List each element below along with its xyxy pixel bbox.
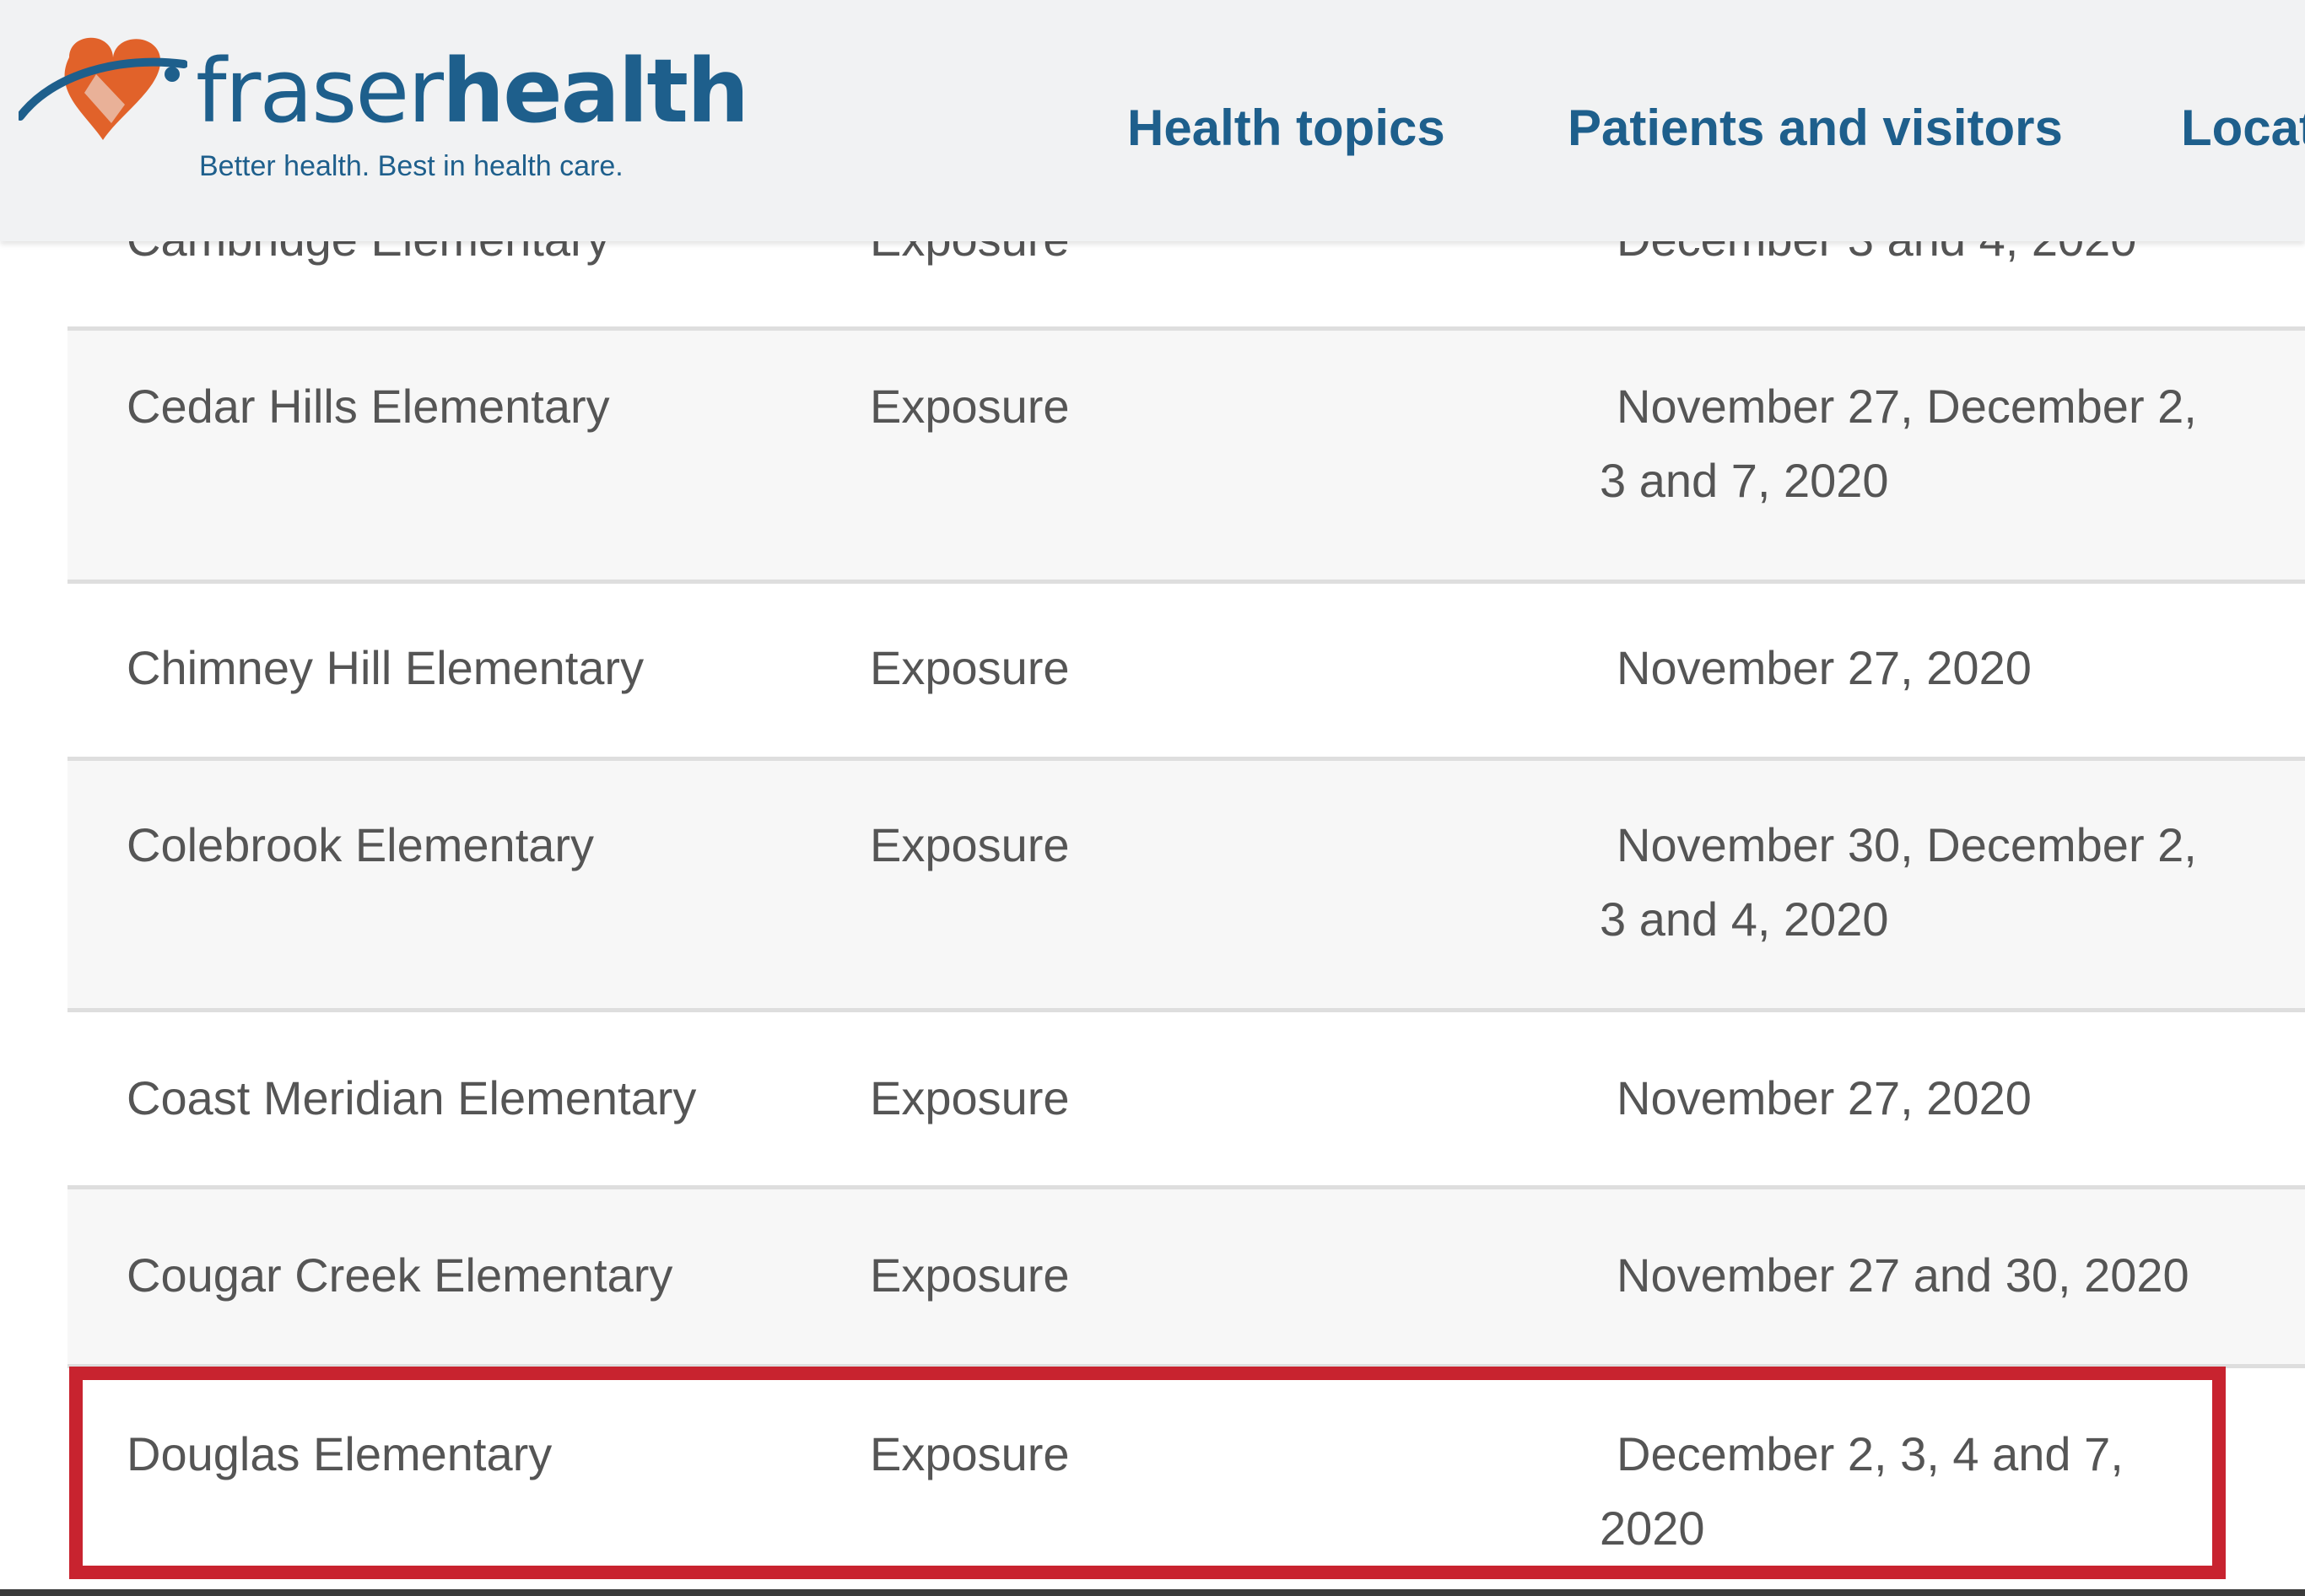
exposure-dates-line: November 27, 2020 [1617,641,2032,694]
exposure-dates-line: 3 and 4, 2020 [1600,892,1889,946]
exposure-dates: November 27, December 2, 3 and 7, 2020 [1600,369,2292,518]
school-name: Cedar Hills Elementary [127,380,610,433]
exposure-dates: November 27, 2020 [1600,631,2292,705]
site-header: fraserhealth Better health. Best in heal… [0,0,2305,241]
exposure-dates: November 27 and 30, 2020 [1600,1238,2292,1313]
exposure-dates-line: November 27 and 30, 2020 [1617,1248,2189,1302]
exposure-dates: November 30, December 2, 3 and 4, 2020 [1600,808,2292,957]
exposure-dates: November 27, 2020 [1600,1061,2292,1135]
nav-locations[interactable]: Locat [2181,94,2305,162]
school-name: Coast Meridian Elementary [127,1071,697,1124]
exposure-dates-line: November 27, 2020 [1617,1071,2032,1124]
exposure-type: Exposure [870,818,1070,871]
table-row: Cougar Creek Elementary Exposure Novembe… [67,1189,2305,1368]
exposure-type: Exposure [870,1248,1070,1302]
brand-tagline: Better health. Best in health care. [199,150,623,182]
table-row: Cedar Hills Elementary Exposure November… [67,331,2305,584]
exposure-dates-line: November 30, December 2, [1617,818,2197,871]
exposure-type: Exposure [870,1071,1070,1124]
table-row: Colebrook Elementary Exposure November 3… [67,761,2305,1012]
school-name: Cougar Creek Elementary [127,1248,673,1302]
exposure-type: Exposure [870,380,1070,433]
nav-health-topics[interactable]: Health topics [1127,94,1445,162]
logo-heart-icon [19,37,187,140]
fraserhealth-logo[interactable]: fraserhealth Better health. Best in heal… [19,24,749,192]
nav-patients-and-visitors[interactable]: Patients and visitors [1568,94,2063,162]
exposure-dates-line: November 27, December 2, [1617,380,2197,433]
table-row: Coast Meridian Elementary Exposure Novem… [67,1012,2305,1189]
table-row: Chimney Hill Elementary Exposure Novembe… [67,584,2305,761]
page-viewport: Cambridge Elementary Exposure December 3… [0,0,2305,1596]
school-name: Chimney Hill Elementary [127,641,645,694]
brand-wordmark: fraserhealth [196,40,749,143]
highlight-annotation-box [69,1367,2226,1579]
brand-wordmark-light: fraser [196,40,444,143]
bottom-edge-rule [0,1589,2305,1596]
exposure-type: Exposure [870,641,1070,694]
brand-wordmark-bold: health [442,40,749,143]
exposure-dates-line: 3 and 7, 2020 [1600,454,1889,507]
school-name: Colebrook Elementary [127,818,595,871]
